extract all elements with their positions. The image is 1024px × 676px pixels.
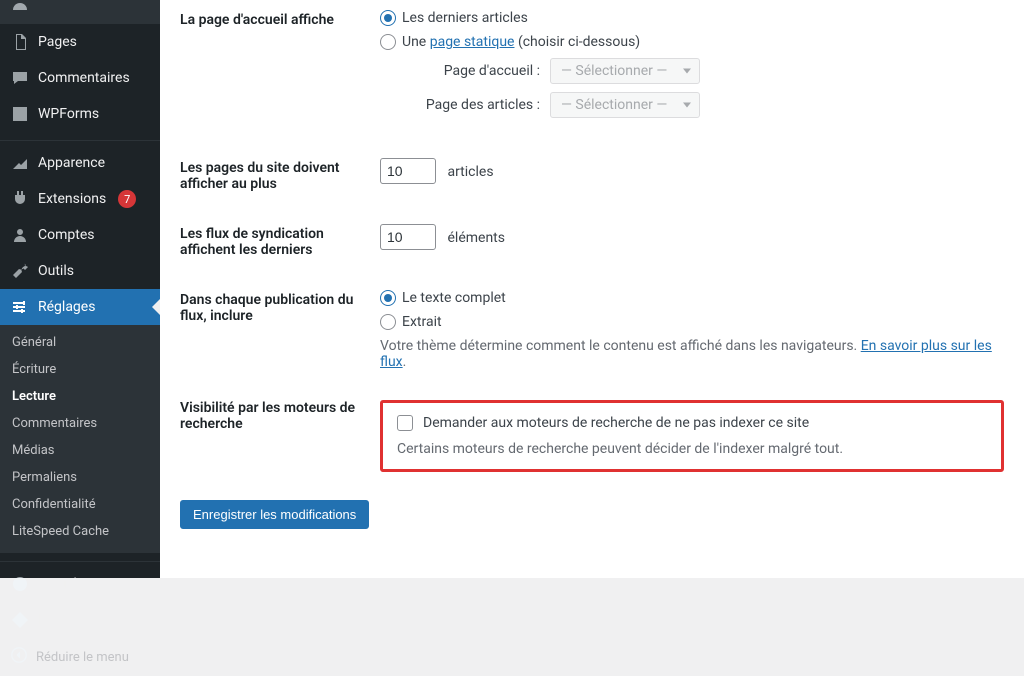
radio-icon bbox=[380, 314, 396, 330]
sidebar-item-label: LiteSpeed Cache bbox=[38, 612, 143, 628]
label-front-page: Page d'accueil : bbox=[420, 63, 540, 79]
sidebar-item-tools[interactable]: Outils bbox=[0, 253, 160, 289]
label-feed-content: Dans chaque publication du flux, inclure bbox=[180, 290, 380, 324]
sidebar-item-label: Smush bbox=[38, 576, 81, 592]
tools-icon bbox=[10, 261, 30, 281]
label-posts-per-page: Les pages du site doivent afficher au pl… bbox=[180, 158, 380, 192]
row-feed-items: Les flux de syndication affichent les de… bbox=[180, 202, 1004, 268]
sidebar-item-label: Réglages bbox=[38, 299, 95, 315]
row-feed-content: Dans chaque publication du flux, inclure… bbox=[180, 268, 1004, 380]
submenu-permalinks[interactable]: Permaliens bbox=[0, 464, 160, 491]
plugins-update-badge: 7 bbox=[118, 190, 136, 208]
submenu-general[interactable]: Général bbox=[0, 329, 160, 356]
sidebar-item-appearance[interactable]: Apparence bbox=[0, 145, 160, 181]
desc-noindex: Certains moteurs de recherche peuvent dé… bbox=[397, 441, 987, 457]
sidebar-item-users[interactable]: Comptes bbox=[0, 217, 160, 253]
submenu-litespeed[interactable]: LiteSpeed Cache bbox=[0, 518, 160, 545]
highlight-noindex: Demander aux moteurs de recherche de ne … bbox=[380, 400, 1004, 472]
radio-label: Extrait bbox=[402, 314, 442, 330]
label-search-visibility: Visibilité par les moteurs de recherche bbox=[180, 398, 380, 432]
sidebar-item-plugins[interactable]: Extensions 7 bbox=[0, 181, 160, 217]
sidebar-item-label: Outils bbox=[38, 263, 74, 279]
radio-label: Les derniers articles bbox=[402, 10, 528, 26]
sidebar-item-label: Commentaires bbox=[38, 70, 130, 86]
select-posts-page[interactable]: — Sélectionner — bbox=[550, 92, 700, 118]
users-icon bbox=[10, 225, 30, 245]
radio-icon bbox=[380, 290, 396, 306]
save-changes-button[interactable]: Enregistrer les modifications bbox=[180, 500, 369, 529]
radio-static-page[interactable]: Une page statique (choisir ci-dessous) bbox=[380, 34, 1004, 50]
appearance-icon bbox=[10, 153, 30, 173]
submenu-writing[interactable]: Écriture bbox=[0, 356, 160, 383]
radio-latest-posts[interactable]: Les derniers articles bbox=[380, 10, 1004, 26]
sidebar-item-label: Comptes bbox=[38, 227, 94, 243]
link-static-page[interactable]: page statique bbox=[430, 34, 515, 50]
admin-sidebar: Pages Commentaires WPForms Apparence Ext… bbox=[0, 0, 160, 578]
radio-feed-full[interactable]: Le texte complet bbox=[380, 290, 1004, 306]
sidebar-item-label: WPForms bbox=[38, 106, 99, 122]
sidebar-item-smush[interactable]: Smush bbox=[0, 566, 160, 602]
litespeed-icon bbox=[10, 610, 30, 630]
submenu-discussion[interactable]: Commentaires bbox=[0, 410, 160, 437]
settings-reading-page: La page d'accueil affiche Les derniers a… bbox=[160, 0, 1024, 578]
sidebar-item-dashboard[interactable] bbox=[0, 0, 160, 24]
sidebar-submenu-settings: Général Écriture Lecture Commentaires Mé… bbox=[0, 325, 160, 553]
row-posts-per-page: Les pages du site doivent afficher au pl… bbox=[180, 136, 1004, 202]
sidebar-item-comments[interactable]: Commentaires bbox=[0, 60, 160, 96]
sidebar-separator bbox=[0, 557, 160, 562]
submenu-media[interactable]: Médias bbox=[0, 437, 160, 464]
suffix-posts-per-page: articles bbox=[447, 164, 493, 180]
submenu-privacy[interactable]: Confidentialité bbox=[0, 491, 160, 518]
radio-label: Une page statique (choisir ci-dessous) bbox=[402, 34, 640, 50]
radio-label: Le texte complet bbox=[402, 290, 506, 306]
sidebar-item-label: Apparence bbox=[38, 155, 105, 171]
row-search-visibility: Visibilité par les moteurs de recherche … bbox=[180, 380, 1004, 482]
input-feed-items[interactable] bbox=[380, 224, 436, 250]
label-homepage-displays: La page d'accueil affiche bbox=[180, 10, 380, 28]
submenu-reading[interactable]: Lecture bbox=[0, 383, 160, 410]
checkbox-noindex-label: Demander aux moteurs de recherche de ne … bbox=[423, 415, 809, 431]
radio-feed-excerpt[interactable]: Extrait bbox=[380, 314, 1004, 330]
comments-icon bbox=[10, 68, 30, 88]
suffix-feed-items: éléments bbox=[447, 230, 505, 246]
desc-feed-content: Votre thème détermine comment le contenu… bbox=[380, 338, 1004, 370]
sidebar-item-label: Pages bbox=[38, 34, 77, 50]
sidebar-item-litespeed[interactable]: LiteSpeed Cache bbox=[0, 602, 160, 638]
select-front-page[interactable]: — Sélectionner — bbox=[550, 58, 700, 84]
settings-icon bbox=[10, 297, 30, 317]
row-front-page-select: Page d'accueil : — Sélectionner — bbox=[420, 58, 1004, 84]
label-feed-items: Les flux de syndication affichent les de… bbox=[180, 224, 380, 258]
radio-icon bbox=[380, 10, 396, 26]
pages-icon bbox=[10, 32, 30, 52]
row-posts-page-select: Page des articles : — Sélectionner — bbox=[420, 92, 1004, 118]
radio-icon bbox=[380, 34, 396, 50]
row-homepage-displays: La page d'accueil affiche Les derniers a… bbox=[180, 0, 1004, 136]
input-posts-per-page[interactable] bbox=[380, 158, 436, 184]
sidebar-item-settings[interactable]: Réglages bbox=[0, 289, 160, 325]
label-posts-page: Page des articles : bbox=[420, 97, 540, 113]
plugins-icon bbox=[10, 189, 30, 209]
dashboard-icon bbox=[10, 0, 30, 20]
sidebar-item-pages[interactable]: Pages bbox=[0, 24, 160, 60]
sidebar-item-wpforms[interactable]: WPForms bbox=[0, 96, 160, 132]
checkbox-noindex[interactable] bbox=[397, 415, 413, 431]
sidebar-collapse-label: Réduire le menu bbox=[36, 650, 129, 665]
sidebar-collapse-button[interactable]: Réduire le menu bbox=[0, 638, 160, 676]
smush-icon bbox=[10, 574, 30, 594]
wpforms-icon bbox=[10, 104, 30, 124]
sidebar-separator bbox=[0, 136, 160, 141]
sidebar-item-label: Extensions bbox=[38, 191, 106, 207]
collapse-icon bbox=[10, 646, 28, 668]
